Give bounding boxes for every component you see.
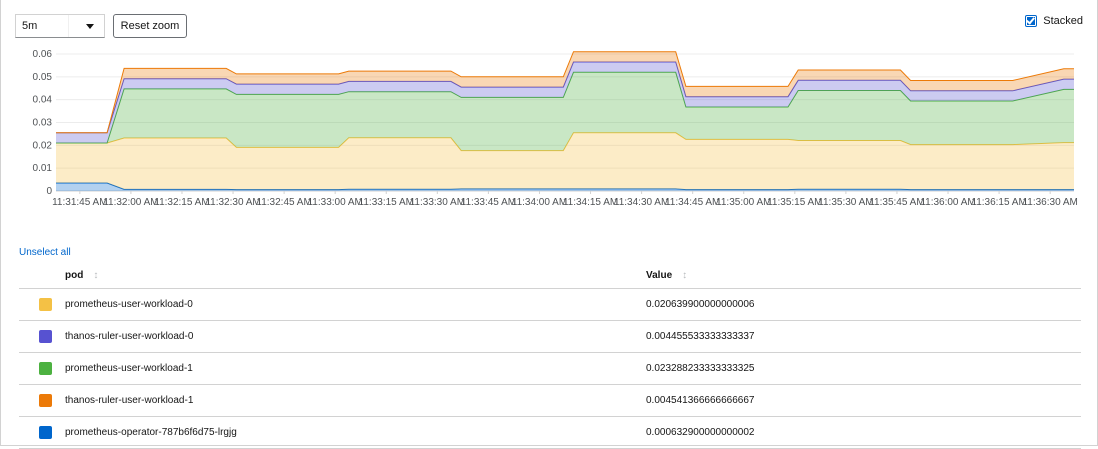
dropdown-divider <box>68 15 69 37</box>
pod-cell: prometheus-operator-787b6f6d75-lrgjg <box>65 416 646 449</box>
value-cell: 0.000632900000000002 <box>646 416 1081 449</box>
table-row: prometheus-user-workload-0 0.02063990000… <box>19 288 1081 321</box>
x-tick-label: 11:33:45 AM <box>461 197 516 208</box>
series-color-swatch[interactable] <box>39 394 52 407</box>
series-toggle-cell[interactable] <box>19 288 65 321</box>
x-tick-label: 11:36:15 AM <box>971 197 1026 208</box>
series-toggle-cell[interactable] <box>19 320 65 353</box>
x-tick-label: 11:35:15 AM <box>767 197 822 208</box>
x-tick-label: 11:33:30 AM <box>410 197 465 208</box>
value-cell: 0.004541366666666667 <box>646 384 1081 417</box>
x-tick-label: 11:35:30 AM <box>818 197 873 208</box>
series-color-swatch[interactable] <box>39 362 52 375</box>
header-pod-label: pod <box>65 269 84 281</box>
stacked-area-chart[interactable]: 00.010.020.030.040.050.0611:31:45 AM11:3… <box>1 40 1098 215</box>
y-tick-label: 0.06 <box>33 49 53 60</box>
x-tick-label: 11:36:00 AM <box>920 197 975 208</box>
x-tick-label: 11:33:15 AM <box>359 197 414 208</box>
timespan-value: 5m <box>22 20 38 32</box>
stacked-checkbox[interactable] <box>1025 15 1038 27</box>
series-color-swatch[interactable] <box>39 426 52 439</box>
header-value-label: Value <box>646 269 673 281</box>
header-value[interactable]: Value ↕ <box>646 262 1081 289</box>
pod-cell: thanos-ruler-user-workload-0 <box>65 320 646 353</box>
pod-cell: prometheus-user-workload-1 <box>65 352 646 385</box>
stacked-label: Stacked <box>1043 15 1083 27</box>
y-tick-label: 0.01 <box>33 163 53 174</box>
sort-icon[interactable]: ↕ <box>93 270 98 281</box>
series-color-swatch[interactable] <box>39 298 52 311</box>
series-toggle-cell[interactable] <box>19 384 65 417</box>
table-header-row: pod ↕ Value ↕ <box>19 262 1081 289</box>
y-tick-label: 0.05 <box>33 72 53 83</box>
x-tick-label: 11:34:45 AM <box>665 197 720 208</box>
series-table: pod ↕ Value ↕ prometheus-user-workload-0 0… <box>19 262 1081 449</box>
value-cell: 0.023288233333333325 <box>646 352 1081 385</box>
x-tick-label: 11:34:15 AM <box>563 197 618 208</box>
unselect-all-link[interactable]: Unselect all <box>19 247 71 258</box>
y-tick-label: 0.04 <box>33 95 53 106</box>
x-tick-label: 11:32:30 AM <box>205 197 260 208</box>
series-toggle-cell[interactable] <box>19 416 65 449</box>
series-toggle-cell[interactable] <box>19 352 65 385</box>
value-cell: 0.004455533333333337 <box>646 320 1081 353</box>
x-tick-label: 11:35:00 AM <box>716 197 771 208</box>
check-icon <box>1026 15 1036 25</box>
x-tick-label: 11:32:00 AM <box>103 197 158 208</box>
stacked-toggle[interactable]: Stacked <box>1025 14 1083 28</box>
query-results-panel: 5m Reset zoom Stacked 0 0.01 0.02 0.03 0.04 0… <box>0 0 1098 449</box>
header-pod[interactable]: pod ↕ <box>65 262 646 289</box>
series-color-swatch[interactable] <box>39 330 52 343</box>
table-row: thanos-ruler-user-workload-0 0.004455533… <box>19 320 1081 353</box>
table-row: prometheus-operator-787b6f6d75-lrgjg 0.0… <box>19 416 1081 449</box>
timespan-dropdown[interactable]: 5m <box>15 14 105 38</box>
pod-cell: thanos-ruler-user-workload-1 <box>65 384 646 417</box>
y-tick-label: 0.02 <box>33 140 53 151</box>
pod-cell: prometheus-user-workload-0 <box>65 288 646 321</box>
x-tick-label: 11:32:45 AM <box>256 197 311 208</box>
header-swatch-cell <box>19 262 65 289</box>
sort-icon[interactable]: ↕ <box>682 270 687 281</box>
caret-down-icon <box>86 24 94 29</box>
y-tick-label: 0.03 <box>33 118 53 129</box>
x-tick-label: 11:31:45 AM <box>52 197 107 208</box>
value-cell: 0.020639900000000006 <box>646 288 1081 321</box>
x-tick-label: 11:34:00 AM <box>512 197 567 208</box>
reset-zoom-button[interactable]: Reset zoom <box>113 14 187 38</box>
x-tick-label: 11:35:45 AM <box>869 197 924 208</box>
x-tick-label: 11:32:15 AM <box>154 197 209 208</box>
table-row: thanos-ruler-user-workload-1 0.004541366… <box>19 384 1081 417</box>
y-tick-label: 0 <box>46 186 52 197</box>
table-row: prometheus-user-workload-1 0.02328823333… <box>19 352 1081 385</box>
x-tick-label: 11:33:00 AM <box>307 197 362 208</box>
x-tick-label: 11:34:30 AM <box>614 197 669 208</box>
x-tick-label: 11:36:30 AM <box>1022 197 1077 208</box>
